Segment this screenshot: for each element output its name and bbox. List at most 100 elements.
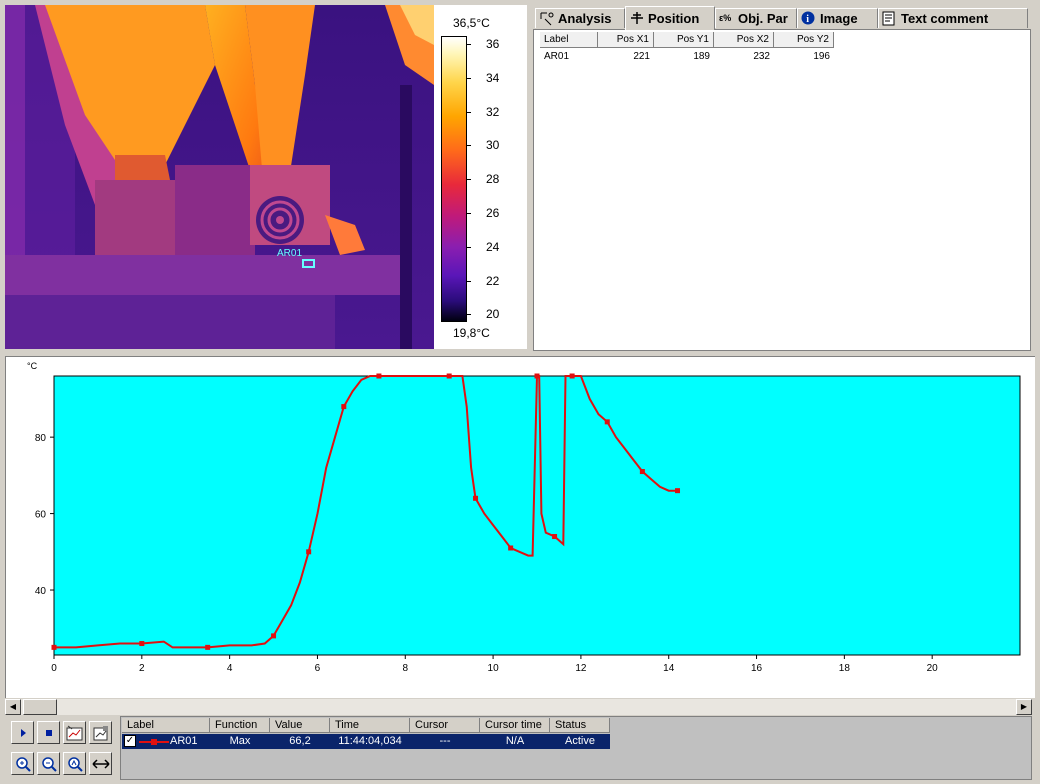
tab-label: Obj. Par (738, 10, 788, 26)
column-header[interactable]: Pos X2 (714, 32, 774, 48)
scale-tick-label: 22 (486, 273, 500, 288)
series-visible-checkbox[interactable]: ✓ (124, 735, 136, 747)
tab-image[interactable]: i Image (797, 8, 878, 28)
analysis-icon (540, 12, 554, 26)
legend-column-header[interactable]: Cursor time (480, 718, 550, 733)
data-point (552, 534, 558, 540)
x-tick-label: 8 (402, 663, 408, 674)
column-header[interactable]: Pos Y1 (654, 32, 714, 48)
data-point (473, 495, 479, 501)
scale-tick-label: 34 (486, 70, 500, 85)
x-tick-label: 16 (751, 663, 763, 674)
y-tick-label: 40 (35, 586, 47, 597)
stop-button[interactable] (37, 721, 60, 744)
x-tick-label: 20 (927, 663, 939, 674)
scale-tick (466, 44, 471, 45)
data-point (341, 404, 347, 410)
horizontal-scrollbar[interactable]: ◀ ▶ (5, 699, 1032, 715)
tab-label: Text comment (901, 10, 989, 26)
tab-bar: Analysis Position ε% Obj. Par i Image Text com… (533, 5, 1033, 30)
play-button[interactable] (11, 721, 34, 744)
legend-function: Max (229, 735, 251, 747)
table-cell[interactable]: AR01 (540, 50, 598, 64)
data-point (604, 419, 610, 425)
plot-area (53, 375, 1021, 656)
info-icon: i (801, 11, 815, 25)
data-point (376, 373, 382, 379)
scale-tick (466, 280, 471, 282)
scroll-left-button[interactable]: ◀ (5, 699, 21, 715)
pan-horizontal-button[interactable] (89, 752, 112, 775)
table-cell[interactable]: 221 (598, 50, 654, 64)
objpar-icon: ε% (719, 13, 731, 23)
column-header[interactable]: Pos Y2 (774, 32, 834, 48)
legend-column-header[interactable]: Value (270, 718, 330, 733)
y-axis-label: °C (27, 361, 38, 371)
series-line-swatch (139, 739, 169, 745)
legend-column-header[interactable]: Time (330, 718, 410, 733)
table-cell[interactable]: 232 (714, 50, 774, 64)
data-point (139, 641, 145, 647)
zoom-in-button[interactable] (11, 752, 34, 775)
legend-column-header[interactable]: Function (210, 718, 270, 733)
tab-label: Position (648, 10, 700, 26)
x-tick-label: 14 (663, 663, 675, 674)
scroll-right-button[interactable]: ▶ (1016, 699, 1032, 715)
play-icon (20, 728, 26, 737)
chart-export-icon (66, 725, 82, 740)
marker-label[interactable]: AR01 (277, 248, 302, 259)
x-tick-label: 2 (139, 663, 145, 674)
pan-horizontal-icon (91, 758, 110, 769)
data-point (205, 644, 211, 650)
legend-cursor-time: N/A (505, 735, 525, 747)
zoom-out-button[interactable] (37, 752, 60, 775)
legend-label: AR01 (170, 735, 198, 747)
data-point (306, 549, 312, 555)
tab-position[interactable]: Position (625, 6, 715, 30)
legend-column-header[interactable]: Cursor (410, 718, 480, 733)
color-scale-bar[interactable] (441, 36, 467, 322)
thermal-image-render (5, 5, 434, 349)
legend-time: 11:44:04,034 (338, 735, 402, 747)
column-header[interactable]: Pos X1 (598, 32, 654, 48)
chart-settings-button[interactable] (89, 721, 112, 744)
y-tick-label: 60 (35, 510, 47, 521)
x-tick-label: 18 (839, 663, 851, 674)
data-point (508, 545, 514, 551)
scale-tick-label: 28 (486, 172, 500, 187)
svg-text:i: i (806, 14, 809, 25)
chart-export-button[interactable] (63, 721, 86, 744)
scale-tick-label: 36 (486, 37, 500, 51)
tab-label: Analysis (558, 10, 612, 26)
scale-tick (466, 145, 471, 147)
zoom-fit-icon (67, 756, 83, 772)
x-tick-label: 4 (227, 663, 233, 674)
data-point (271, 633, 277, 639)
legend-column-header[interactable]: Label (122, 718, 210, 733)
data-point (51, 644, 57, 650)
legend-column-header[interactable]: Status (550, 718, 610, 733)
comment-icon (882, 11, 895, 26)
zoom-out-icon (41, 756, 57, 772)
stop-icon (45, 729, 52, 736)
data-point (569, 373, 575, 379)
thermal-image[interactable]: AR01 (5, 5, 434, 349)
table-cell[interactable]: 196 (774, 50, 834, 64)
scale-max-label: 36,5°C (453, 16, 490, 30)
tab-analysis[interactable]: Analysis (535, 8, 625, 28)
table-cell[interactable]: 189 (654, 50, 714, 64)
tab-label: Image (820, 10, 858, 26)
chart-panel: °C 0 2 4 6 8 10 12 14 16 18 20 40 60 80 (5, 356, 1035, 698)
measure-area-marker[interactable] (302, 259, 315, 268)
zoom-in-icon (15, 756, 31, 772)
temperature-chart[interactable]: °C 0 2 4 6 8 10 12 14 16 18 20 40 60 80 (5, 356, 1035, 698)
scale-tick (466, 314, 471, 316)
column-header[interactable]: Label (540, 32, 598, 48)
scale-tick-label: 26 (486, 206, 500, 220)
scale-tick-label: 30 (486, 138, 500, 153)
scroll-thumb[interactable] (23, 699, 57, 715)
zoom-fit-button[interactable] (63, 752, 86, 775)
scale-tick (466, 213, 471, 214)
tab-obj-par[interactable]: ε% Obj. Par (715, 8, 797, 28)
tab-text-comment[interactable]: Text comment (878, 8, 1028, 28)
